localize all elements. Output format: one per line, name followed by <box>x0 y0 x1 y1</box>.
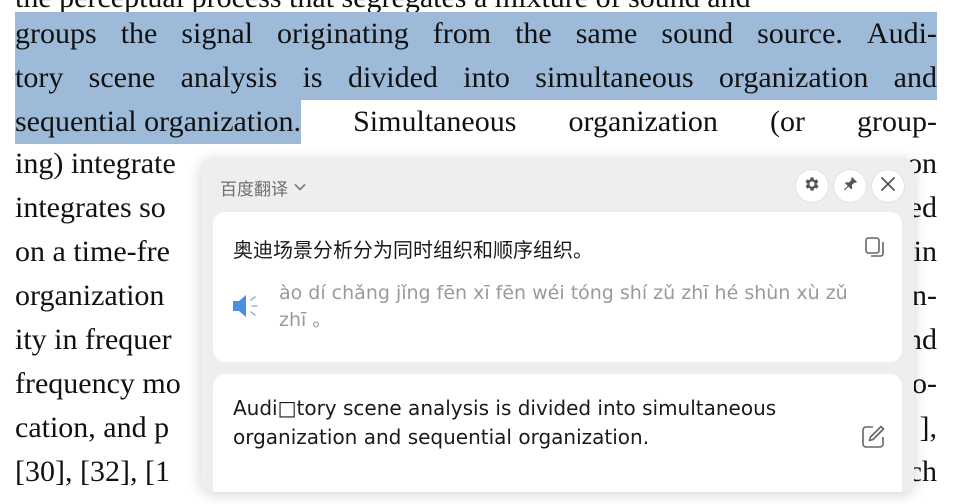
translator-name: 百度翻译 <box>220 180 288 200</box>
text-fragment: ing) integrate <box>15 147 176 180</box>
text-fragment: frequency mo <box>15 367 181 400</box>
text-word: simultaneous <box>535 61 694 94</box>
text-fragment: integrates so <box>15 191 166 224</box>
text-word: scene <box>88 61 156 94</box>
text-word: sound <box>661 17 734 50</box>
pinyin-text: ào dí chǎng jǐng fēn xī fēn wéi tóng shí… <box>279 282 848 331</box>
selected-text-fragment[interactable]: sequential organization. <box>15 100 302 144</box>
text-fragment: o- <box>912 367 937 400</box>
text-word: Audi- <box>866 17 937 50</box>
edit-icon[interactable] <box>860 424 886 454</box>
chevron-down-icon <box>294 180 306 195</box>
text-word: originating <box>277 17 409 50</box>
selected-text-line[interactable]: tory scene analysis is divided into simultaneo… <box>15 56 937 100</box>
text-fragment: n- <box>912 279 937 312</box>
text-word: from <box>432 17 492 50</box>
translation-popup: 百度翻译 奥迪场景分析分为同时组织和顺序组织。 ào dí chǎng jǐng… <box>201 158 914 492</box>
text-fragment: ], <box>919 411 938 444</box>
source-text-card: Audi□tory scene analysis is divided into… <box>213 374 902 492</box>
close-button[interactable] <box>872 170 904 202</box>
selected-text-line[interactable]: groups the signal originating from the same sou… <box>15 12 937 56</box>
text-word: and <box>893 61 937 94</box>
source-text: Audi□tory scene analysis is divided into… <box>233 396 777 449</box>
text-word: organization <box>568 105 718 138</box>
text-word: groups <box>15 17 97 50</box>
pin-button[interactable] <box>834 170 866 202</box>
text-word: (or <box>769 105 805 138</box>
text-word: tory <box>15 61 64 94</box>
translator-selector[interactable]: 百度翻译 <box>220 175 306 200</box>
text-word: group- <box>857 105 937 138</box>
text-fragment: cation, and p <box>15 411 170 444</box>
pin-icon <box>841 175 859 197</box>
popup-actions <box>796 170 904 202</box>
text-line: sequential organization. Simultaneous org… <box>15 100 937 144</box>
text-word: divided <box>347 61 438 94</box>
text-word: same <box>575 17 638 50</box>
text-word: the <box>120 17 158 50</box>
text-word: analysis <box>180 61 278 94</box>
copy-icon[interactable] <box>864 236 886 262</box>
translation-result-card: 奥迪场景分析分为同时组织和顺序组织。 ào dí chǎng jǐng fēn … <box>213 212 902 362</box>
text-word: the <box>515 17 552 50</box>
speaker-icon[interactable] <box>231 292 261 324</box>
text-word: organization <box>718 61 869 94</box>
text-word: signal <box>181 17 254 50</box>
close-icon <box>880 176 896 196</box>
text-word: into <box>463 61 510 94</box>
text-fragment: on a time-fre <box>15 235 170 268</box>
text-fragment: ity in frequer <box>15 323 172 356</box>
text-fragment: in <box>913 235 937 268</box>
translation-text: 奥迪场景分析分为同时组织和顺序组织。 <box>233 238 593 262</box>
text-fragment: organization <box>15 279 165 312</box>
gear-icon <box>803 175 821 197</box>
text-word: is <box>302 61 323 94</box>
text-word: source. <box>757 17 843 50</box>
text-fragment: [30], [32], [1 <box>15 455 170 488</box>
text-word: Simultaneous <box>353 105 517 138</box>
settings-button[interactable] <box>796 170 828 202</box>
